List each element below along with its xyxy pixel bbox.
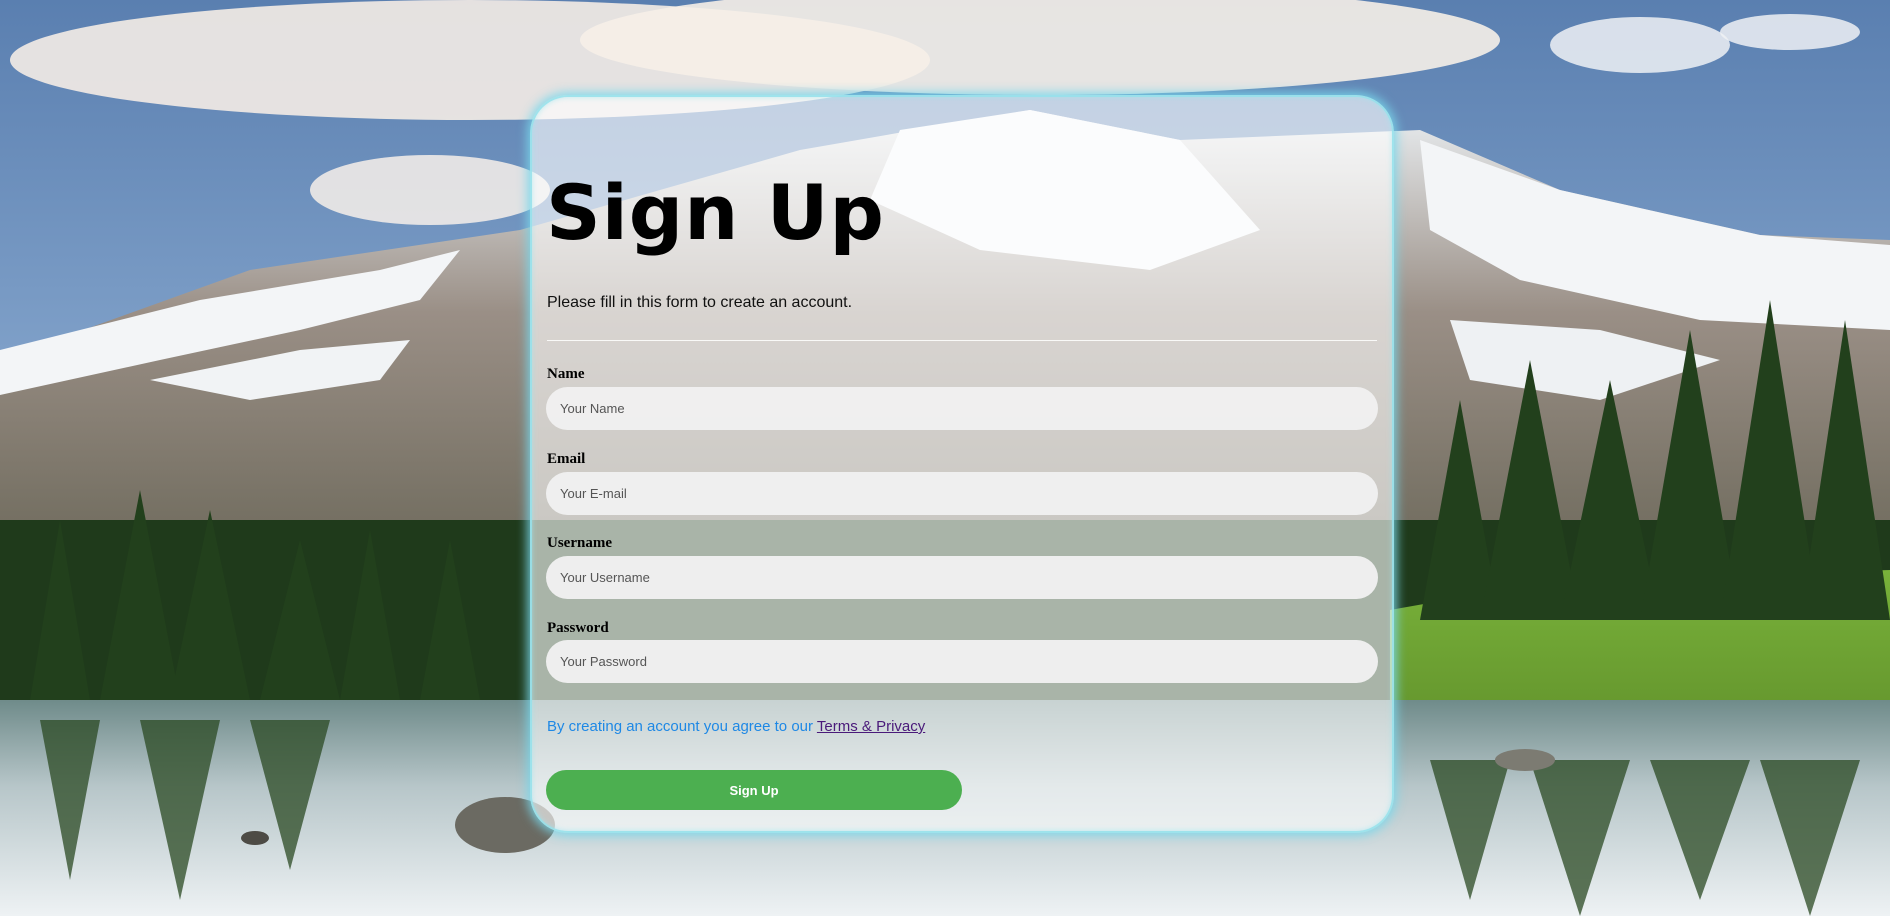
- page-title: Sign Up: [546, 168, 885, 257]
- terms-notice: By creating an account you agree to our …: [547, 718, 925, 735]
- email-input[interactable]: [546, 472, 1378, 515]
- signup-button[interactable]: Sign Up: [546, 770, 962, 810]
- terms-text: By creating an account you agree to our: [547, 718, 817, 735]
- divider: [547, 340, 1377, 341]
- form-subtitle: Please fill in this form to create an ac…: [547, 294, 853, 311]
- terms-privacy-link[interactable]: Terms & Privacy: [817, 718, 925, 735]
- signup-card: Sign Up Please fill in this form to crea…: [530, 95, 1394, 833]
- username-input[interactable]: [546, 556, 1378, 599]
- username-label: Username: [547, 535, 612, 551]
- password-input[interactable]: [546, 640, 1378, 683]
- password-label: Password: [547, 620, 609, 636]
- name-label: Name: [547, 366, 585, 382]
- name-input[interactable]: [546, 387, 1378, 430]
- email-label: Email: [547, 451, 586, 467]
